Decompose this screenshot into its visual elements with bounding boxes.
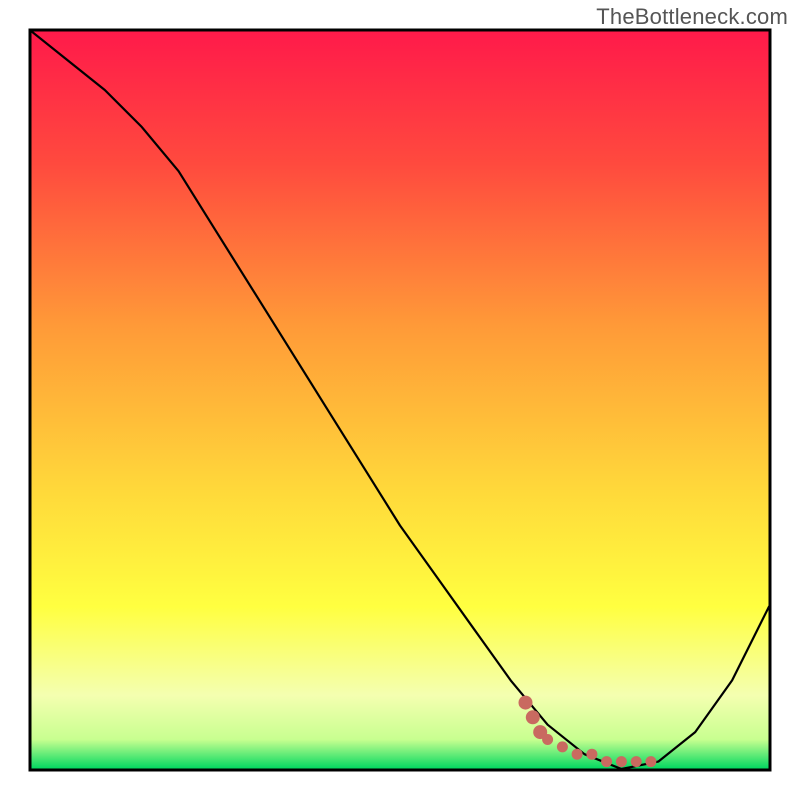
marker-dot	[519, 696, 533, 710]
marker-dot	[645, 756, 656, 767]
marker-dot	[601, 756, 612, 767]
marker-dot	[586, 749, 597, 760]
bottleneck-chart	[0, 0, 800, 800]
marker-dot	[526, 710, 540, 724]
watermark-text: TheBottleneck.com	[596, 4, 788, 30]
plot-background	[31, 31, 769, 769]
marker-dot	[542, 734, 553, 745]
chart-container: TheBottleneck.com	[0, 0, 800, 800]
marker-dot	[572, 749, 583, 760]
marker-dot	[557, 741, 568, 752]
marker-dot	[616, 756, 627, 767]
marker-dot	[631, 756, 642, 767]
